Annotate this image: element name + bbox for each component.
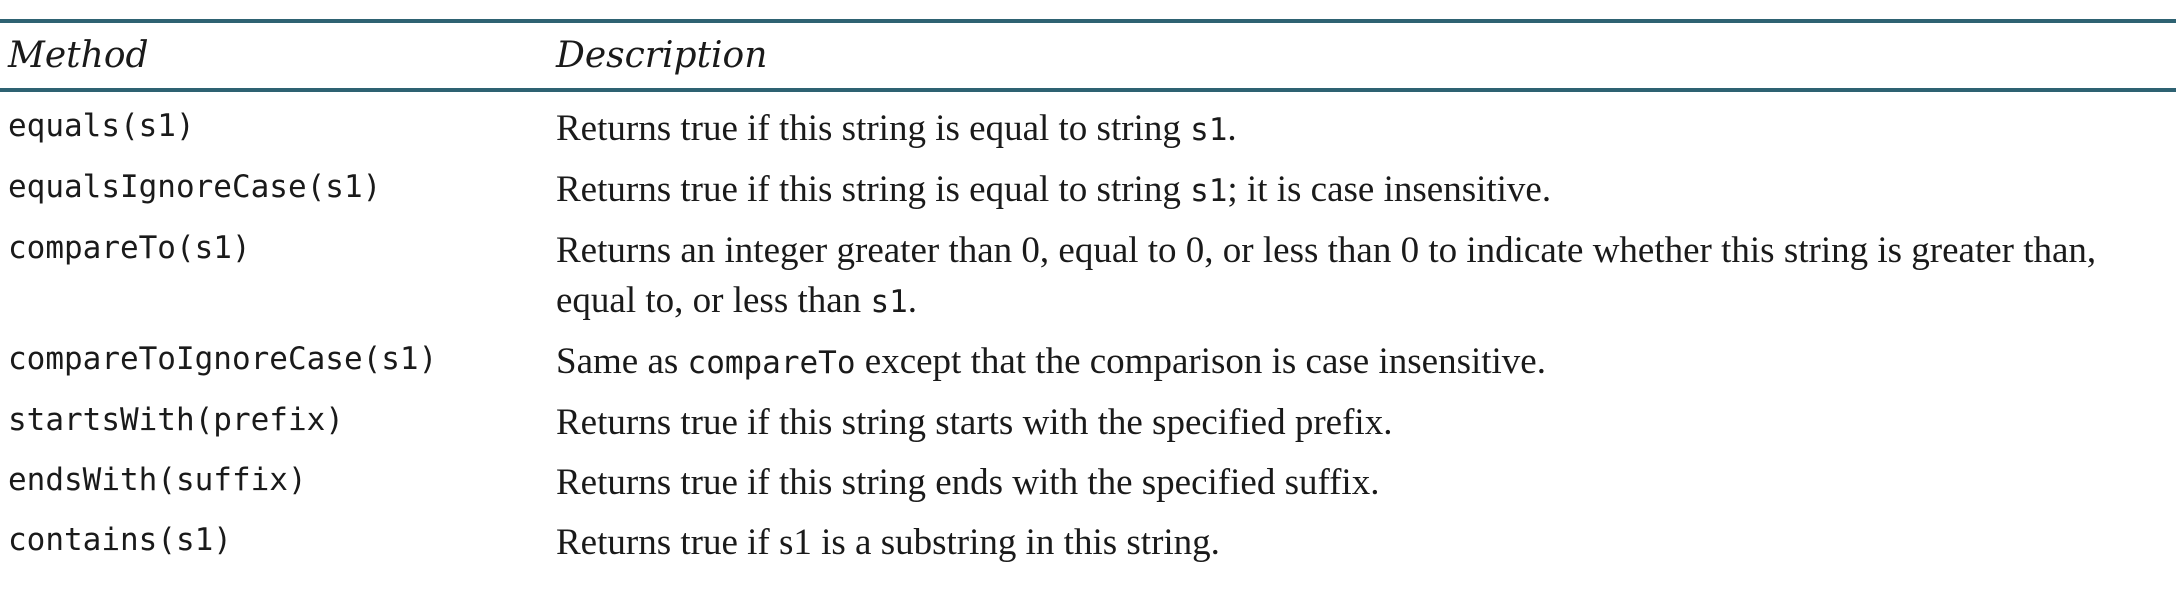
table-row: contains(s1) Returns true if s1 is a subs…: [0, 508, 2176, 568]
table-header-row: Method Description: [0, 23, 2176, 88]
method-signature: compareTo(s1): [8, 230, 251, 266]
method-signature: equalsIgnoreCase(s1): [8, 169, 382, 205]
table-row: equalsIgnoreCase(s1) Returns true if this…: [0, 155, 2176, 216]
string-methods-table: Method Description equals(s1) Returns tru…: [0, 19, 2176, 568]
description-text: ; it is case insensitive.: [1227, 169, 1552, 210]
description-text: Returns true if this string is equal to …: [556, 169, 1191, 210]
description-text: .: [907, 280, 918, 321]
method-description: Returns an integer greater than 0, equal…: [556, 226, 2176, 327]
description-text: Returns true if s1 is a substring in thi…: [556, 522, 1220, 563]
description-text: Returns true if this string ends with th…: [556, 462, 1380, 503]
method-description: Returns true if this string starts with …: [556, 398, 2176, 448]
method-signature: contains(s1): [8, 522, 232, 558]
code-fragment: s1: [1190, 112, 1228, 148]
method-signature: equals(s1): [8, 108, 195, 144]
description-text: except that the comparison is case insen…: [855, 341, 1546, 382]
table-row: endsWith(suffix) Returns true if this str…: [0, 448, 2176, 508]
header-description: Description: [556, 35, 768, 76]
description-text: .: [1227, 108, 1237, 149]
method-description: Returns true if this string is equal to …: [556, 104, 2176, 155]
method-signature: compareToIgnoreCase(s1): [8, 341, 438, 377]
method-description: Returns true if s1 is a substring in thi…: [556, 518, 2176, 568]
code-fragment: compareTo: [687, 345, 856, 381]
table-row: compareTo(s1) Returns an integer greater …: [0, 216, 2176, 327]
method-description: Returns true if this string ends with th…: [556, 458, 2176, 508]
description-text: Returns true if this string starts with …: [556, 402, 1393, 443]
table-row: compareToIgnoreCase(s1) Same as compareTo…: [0, 327, 2176, 388]
method-signature: endsWith(suffix): [8, 462, 307, 498]
method-description: Returns true if this string is equal to …: [556, 165, 2176, 216]
table-body: equals(s1) Returns true if this string is…: [0, 92, 2176, 568]
description-text: Same as: [556, 341, 688, 382]
method-signature: startsWith(prefix): [8, 402, 344, 438]
description-text: Returns true if this string is equal to …: [556, 108, 1191, 149]
code-fragment: s1: [1190, 173, 1228, 209]
header-method: Method: [8, 35, 149, 76]
table-row: startsWith(prefix) Returns true if this s…: [0, 388, 2176, 448]
description-text: Returns an integer greater than 0, equal…: [556, 230, 2097, 321]
method-description: Same as compareTo except that the compar…: [556, 337, 2176, 388]
table-row: equals(s1) Returns true if this string is…: [0, 92, 2176, 155]
code-fragment: s1: [870, 284, 908, 320]
